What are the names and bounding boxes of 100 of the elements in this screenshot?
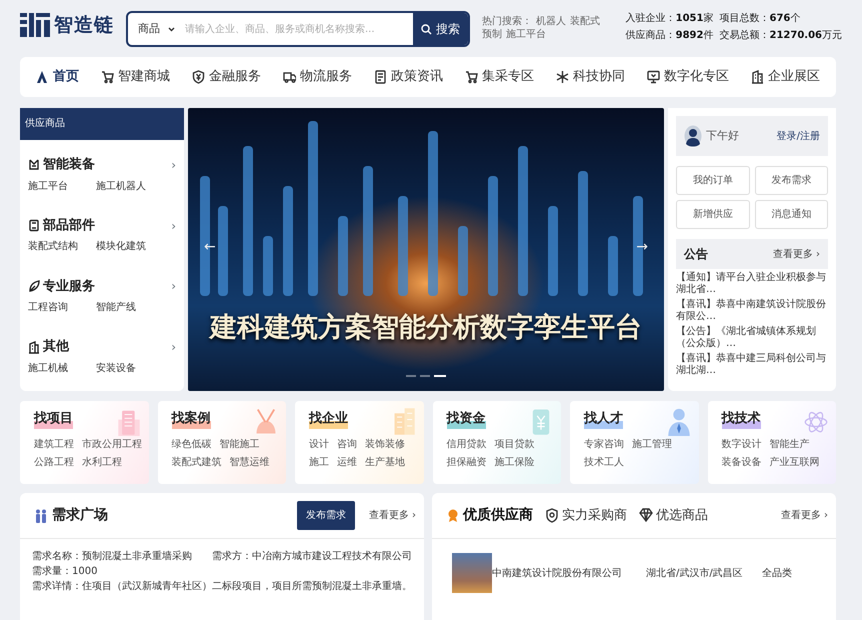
category-select[interactable]: 商品: [138, 20, 160, 38]
notice-link[interactable]: 【喜讯】恭喜中建三局科创公司与湖北湖…: [676, 353, 828, 377]
finder-link[interactable]: 项目贷款: [494, 436, 534, 452]
diamond-icon: [639, 508, 653, 523]
category-title[interactable]: 智能装备: [28, 155, 95, 175]
finder-title: 找人才: [584, 409, 623, 428]
building-icon: [751, 70, 764, 84]
search-button[interactable]: 搜索: [413, 13, 468, 45]
carousel-indicator[interactable]: [434, 375, 446, 377]
supplier-tab[interactable]: 实力采购商: [545, 506, 627, 526]
finder-link[interactable]: 施工: [309, 454, 329, 470]
nav-tab[interactable]: 政策资讯: [372, 63, 445, 91]
finder-card[interactable]: 找项目 建筑工程 市政公用工程 公路工程 水利工程: [20, 401, 148, 484]
search-icon: [421, 24, 432, 34]
region-text: 湖北省/武汉市/武昌区: [646, 566, 744, 580]
nav-tab[interactable]: 集采专区: [463, 63, 536, 91]
nav-tab[interactable]: 科技协同: [554, 63, 627, 91]
view-more-link[interactable]: 查看更多 ›: [780, 508, 828, 523]
category-link[interactable]: 施工平台: [28, 178, 96, 194]
finder-title: 找企业: [309, 409, 348, 428]
finder-card[interactable]: 找资金 信用贷款 项目贷款 担保融资 施工保险: [432, 401, 561, 484]
stat-text: 项目总数：676个: [719, 12, 802, 26]
category-title[interactable]: 其他: [28, 337, 69, 357]
greeting-text: 下午好: [706, 128, 739, 144]
finder-card[interactable]: 找技术 数字设计 智能生产 装备设备 产业互联网: [708, 401, 836, 484]
finder-link[interactable]: 公路工程: [34, 454, 74, 470]
finder-link[interactable]: 咨询: [337, 436, 357, 452]
building-drawing: [392, 407, 416, 436]
category-title[interactable]: 专业服务: [28, 276, 95, 296]
hot-search-link[interactable]: 施工平台: [506, 28, 546, 41]
stat-text: 供应商品：9892件: [626, 28, 714, 43]
finder-link[interactable]: 智能施工: [220, 436, 260, 452]
category-link[interactable]: 模块化建筑: [96, 239, 164, 254]
finder-link[interactable]: 施工保险: [494, 454, 534, 470]
notice-link[interactable]: 【公告】《湖北省城镇体系规划（公众版）…: [676, 326, 828, 350]
hot-search-link[interactable]: 装配式: [570, 15, 600, 28]
category-link[interactable]: 智能产线: [96, 300, 164, 316]
action-button[interactable]: 我的订单: [676, 166, 750, 195]
finder-link[interactable]: 生产基地: [365, 454, 405, 470]
finder-link[interactable]: 智能生产: [770, 436, 810, 452]
nav-tab[interactable]: 首页: [34, 63, 81, 91]
finder-link[interactable]: 装备设备: [722, 454, 762, 470]
finder-link[interactable]: 担保融资: [446, 454, 486, 470]
carousel-indicator[interactable]: [420, 375, 430, 377]
finder-card[interactable]: 找人才 专家咨询 施工管理 技术工人: [570, 401, 698, 484]
category-title[interactable]: 部品部件: [28, 216, 95, 236]
finder-link[interactable]: 产业互联网: [770, 454, 820, 470]
finder-link[interactable]: 信用贷款: [446, 436, 486, 452]
hot-search-link[interactable]: 预制: [482, 28, 502, 41]
nav-tab[interactable]: 物流服务: [281, 63, 354, 91]
action-button[interactable]: 消息通知: [754, 200, 828, 229]
finder-link[interactable]: 装配式建筑: [172, 454, 222, 470]
category-link[interactable]: 施工机器人: [96, 178, 164, 194]
nav-tab[interactable]: 数字化专区: [645, 63, 731, 91]
finder-link[interactable]: 智慧运维: [230, 454, 270, 470]
finder-link[interactable]: 专家咨询: [584, 436, 624, 452]
nav-tab[interactable]: 金融服务: [190, 63, 263, 91]
finder-link[interactable]: 运维: [337, 454, 357, 470]
category-link[interactable]: 安装设备: [96, 360, 164, 376]
login-link[interactable]: 登录/注册: [776, 128, 820, 144]
finder-link[interactable]: 市政公用工程: [82, 436, 142, 452]
view-more-link[interactable]: 查看更多 ›: [772, 246, 820, 262]
finder-title: 找技术: [722, 409, 760, 428]
leaf-icon: [28, 280, 40, 293]
nav-tab[interactable]: 企业展区: [749, 63, 822, 91]
caret-icon: [168, 26, 175, 32]
finder-card[interactable]: 找企业 设计 咨询 装饰装修 施工 运维 生产基地: [295, 401, 424, 484]
finder-link[interactable]: 施工管理: [632, 436, 672, 452]
panel-title: 需求广场: [52, 506, 108, 525]
finder-link[interactable]: 建筑工程: [34, 436, 74, 452]
finder-link[interactable]: 设计: [309, 436, 329, 452]
view-more-link[interactable]: 查看更多 ›: [368, 508, 416, 523]
finder-link[interactable]: 绿色低碳: [172, 436, 212, 452]
search-field[interactable]: 商品 请输入企业、商品、服务或商机名称搜索... 搜索: [126, 11, 470, 47]
chevron-right-icon: ›: [171, 216, 176, 235]
finder-link[interactable]: 水利工程: [82, 454, 122, 470]
finder-link[interactable]: 装饰装修: [365, 436, 405, 452]
person-drawing: [666, 407, 690, 436]
finder-card[interactable]: 找案例 绿色低碳 智能施工 装配式建筑 智慧运维: [158, 401, 286, 484]
nav-tab[interactable]: 智建商城: [99, 63, 172, 91]
carousel-indicator[interactable]: [406, 375, 416, 377]
publish-button[interactable]: 发布需求: [296, 501, 355, 530]
category-link[interactable]: 装配式结构: [28, 239, 96, 254]
notice-link[interactable]: 【喜讯】恭喜中南建筑设计院股份有限公…: [676, 299, 828, 323]
chevron-right-icon: ›: [171, 156, 176, 174]
finder-link[interactable]: 技术工人: [584, 454, 624, 470]
logo-text: 智造链: [54, 13, 114, 38]
action-button[interactable]: 新增供应: [676, 200, 750, 229]
action-button[interactable]: 发布需求: [754, 166, 828, 195]
supplier-tab[interactable]: 优选商品: [639, 506, 708, 526]
category-text: 全品类: [762, 566, 792, 580]
notice-link[interactable]: 【通知】请平台入驻企业积极参与湖北省…: [676, 272, 828, 296]
finder-link[interactable]: 数字设计: [722, 436, 762, 452]
truck-icon: [283, 70, 296, 84]
photo-placeholder: [452, 553, 492, 593]
category-link[interactable]: 施工机械: [28, 360, 96, 376]
supplier-tab[interactable]: 优质供应商: [446, 505, 533, 526]
finder-title: 找案例: [172, 409, 210, 428]
hot-search-link[interactable]: 机器人: [536, 15, 566, 28]
category-link[interactable]: 工程咨询: [28, 300, 96, 316]
